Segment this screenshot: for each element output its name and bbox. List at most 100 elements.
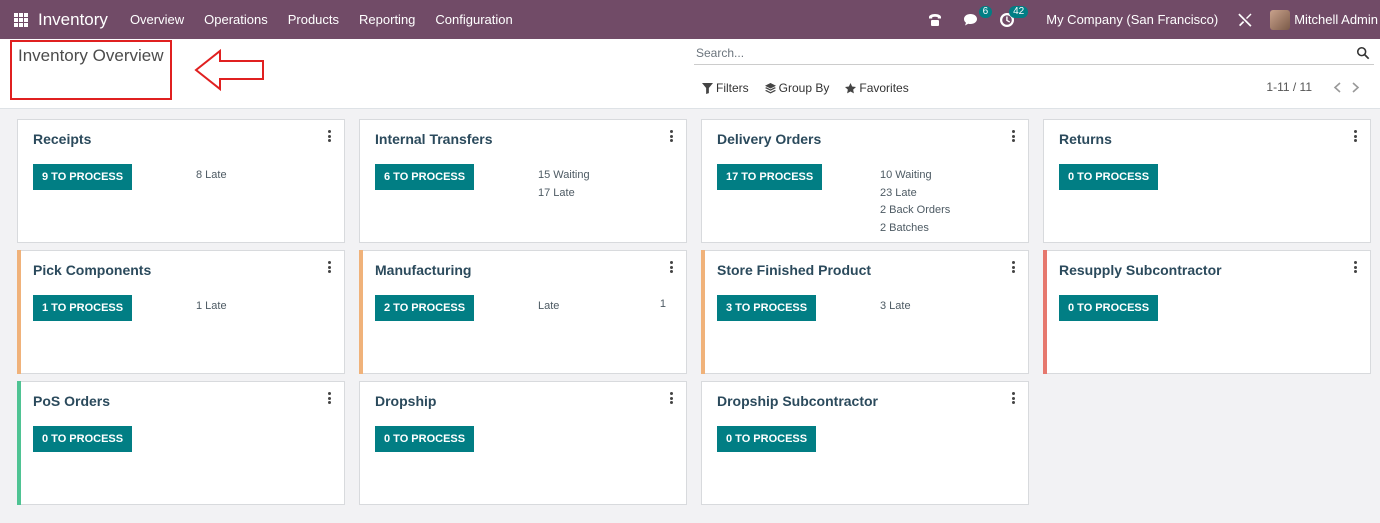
card-resupply-subcontractor[interactable]: Resupply Subcontractor 0 TO PROCESS <box>1043 250 1371 374</box>
stat-link[interactable]: 1 Late <box>196 298 227 316</box>
card-menu-icon[interactable] <box>668 129 674 143</box>
control-panel: Inventory Overview Filters Group By Favo… <box>0 39 1380 109</box>
card-title[interactable]: Internal Transfers <box>375 131 493 147</box>
navbar-systray: 6 42 My Company (San Francisco) Mitchell… <box>924 0 1380 39</box>
activity-badge: 42 <box>1009 5 1029 18</box>
card-menu-icon[interactable] <box>1352 260 1358 274</box>
menu-overview[interactable]: Overview <box>130 12 184 27</box>
card-delivery-orders[interactable]: Delivery Orders 17 TO PROCESS 10 Waiting… <box>701 119 1029 243</box>
stat-link[interactable]: 2 Batches <box>880 220 950 238</box>
app-title[interactable]: Inventory <box>38 10 108 30</box>
card-menu-icon[interactable] <box>1010 391 1016 405</box>
to-process-button[interactable]: 6 TO PROCESS <box>375 164 475 190</box>
page-title: Inventory Overview <box>18 46 164 65</box>
company-switcher[interactable]: My Company (San Francisco) <box>1046 12 1218 27</box>
pager-next-button[interactable] <box>1348 80 1362 94</box>
chevron-left-icon <box>1333 81 1341 93</box>
card-title[interactable]: Manufacturing <box>375 262 471 278</box>
layers-icon <box>764 82 776 94</box>
card-manufacturing[interactable]: Manufacturing 2 TO PROCESS Late 1 <box>359 250 687 374</box>
phone-icon[interactable] <box>924 9 946 31</box>
card-menu-icon[interactable] <box>326 129 332 143</box>
card-title[interactable]: Store Finished Product <box>717 262 871 278</box>
to-process-button[interactable]: 9 TO PROCESS <box>33 164 133 190</box>
search-options: Filters Group By Favorites <box>702 81 925 95</box>
stat-link[interactable]: 3 Late <box>880 298 911 316</box>
card-title[interactable]: Dropship <box>375 393 436 409</box>
card-stats: 1 Late <box>196 298 227 316</box>
menu-products[interactable]: Products <box>288 12 339 27</box>
group-by-button[interactable]: Group By <box>764 81 830 95</box>
to-process-button[interactable]: 3 TO PROCESS <box>717 295 817 321</box>
stat-link[interactable]: 2 Back Orders <box>880 202 950 220</box>
to-process-button[interactable]: 0 TO PROCESS <box>1059 164 1159 190</box>
stat-link[interactable]: 23 Late <box>880 185 950 203</box>
group-by-label: Group By <box>778 81 830 95</box>
card-dropship-subcontractor[interactable]: Dropship Subcontractor 0 TO PROCESS <box>701 381 1029 505</box>
card-stats: 10 Waiting 23 Late 2 Back Orders 2 Batch… <box>880 167 950 237</box>
card-returns[interactable]: Returns 0 TO PROCESS <box>1043 119 1371 243</box>
to-process-button[interactable]: 0 TO PROCESS <box>33 426 133 452</box>
pager-previous-button[interactable] <box>1330 80 1344 94</box>
favorites-label: Favorites <box>859 81 909 95</box>
search-bar <box>694 43 1374 65</box>
menu-reporting[interactable]: Reporting <box>359 12 415 27</box>
card-menu-icon[interactable] <box>326 260 332 274</box>
pager: 1-11 / 11 <box>1266 80 1362 94</box>
card-title[interactable]: Returns <box>1059 131 1112 147</box>
user-menu[interactable]: Mitchell Admin <box>1294 12 1378 27</box>
card-title[interactable]: Dropship Subcontractor <box>717 393 878 409</box>
card-stats: 15 Waiting 17 Late <box>538 167 590 202</box>
filters-button[interactable]: Filters <box>702 81 749 95</box>
card-menu-icon[interactable] <box>1010 129 1016 143</box>
menu-configuration[interactable]: Configuration <box>435 12 512 27</box>
stat-link[interactable]: 17 Late <box>538 185 590 203</box>
card-store-finished-product[interactable]: Store Finished Product 3 TO PROCESS 3 La… <box>701 250 1029 374</box>
card-receipts[interactable]: Receipts 9 TO PROCESS 8 Late <box>17 119 345 243</box>
search-input[interactable] <box>694 43 1334 63</box>
card-pos-orders[interactable]: PoS Orders 0 TO PROCESS <box>17 381 345 505</box>
avatar[interactable] <box>1270 9 1291 30</box>
menu-operations[interactable]: Operations <box>204 12 268 27</box>
to-process-button[interactable]: 2 TO PROCESS <box>375 295 475 321</box>
card-stats: Late <box>538 298 559 316</box>
top-navbar: Inventory Overview Operations Products R… <box>0 0 1380 39</box>
pager-value[interactable]: 1-11 / 11 <box>1266 80 1312 94</box>
stat-link[interactable]: Late <box>538 298 559 316</box>
to-process-button[interactable]: 17 TO PROCESS <box>717 164 823 190</box>
card-stats: 3 Late <box>880 298 911 316</box>
to-process-button[interactable]: 0 TO PROCESS <box>1059 295 1159 321</box>
card-internal-transfers[interactable]: Internal Transfers 6 TO PROCESS 15 Waiti… <box>359 119 687 243</box>
search-icon[interactable] <box>1356 46 1370 60</box>
apps-grid-icon[interactable] <box>14 12 28 27</box>
favorites-button[interactable]: Favorites <box>845 81 909 95</box>
card-menu-icon[interactable] <box>668 391 674 405</box>
card-menu-icon[interactable] <box>1352 129 1358 143</box>
filter-icon <box>702 82 713 94</box>
card-stats: 8 Late <box>196 167 227 185</box>
annotation-arrow-icon <box>194 48 264 92</box>
card-menu-icon[interactable] <box>1010 260 1016 274</box>
chat-badge: 6 <box>978 5 993 18</box>
card-pick-components[interactable]: Pick Components 1 TO PROCESS 1 Late <box>17 250 345 374</box>
stat-link[interactable]: 8 Late <box>196 167 227 185</box>
stat-link[interactable]: 15 Waiting <box>538 167 590 185</box>
card-title[interactable]: Delivery Orders <box>717 131 821 147</box>
card-title[interactable]: PoS Orders <box>33 393 110 409</box>
card-menu-icon[interactable] <box>326 391 332 405</box>
to-process-button[interactable]: 1 TO PROCESS <box>33 295 133 321</box>
to-process-button[interactable]: 0 TO PROCESS <box>717 426 817 452</box>
filters-label: Filters <box>716 81 749 95</box>
tools-icon[interactable] <box>1234 9 1256 31</box>
card-title[interactable]: Pick Components <box>33 262 151 278</box>
clock-icon[interactable]: 42 <box>996 5 1029 31</box>
card-dropship[interactable]: Dropship 0 TO PROCESS <box>359 381 687 505</box>
chevron-right-icon <box>1351 81 1359 93</box>
to-process-button[interactable]: 0 TO PROCESS <box>375 426 475 452</box>
card-title[interactable]: Resupply Subcontractor <box>1059 262 1222 278</box>
stat-count[interactable]: 1 <box>660 298 666 310</box>
card-menu-icon[interactable] <box>668 260 674 274</box>
card-title[interactable]: Receipts <box>33 131 91 147</box>
stat-link[interactable]: 10 Waiting <box>880 167 950 185</box>
chat-icon[interactable]: 6 <box>960 5 993 31</box>
